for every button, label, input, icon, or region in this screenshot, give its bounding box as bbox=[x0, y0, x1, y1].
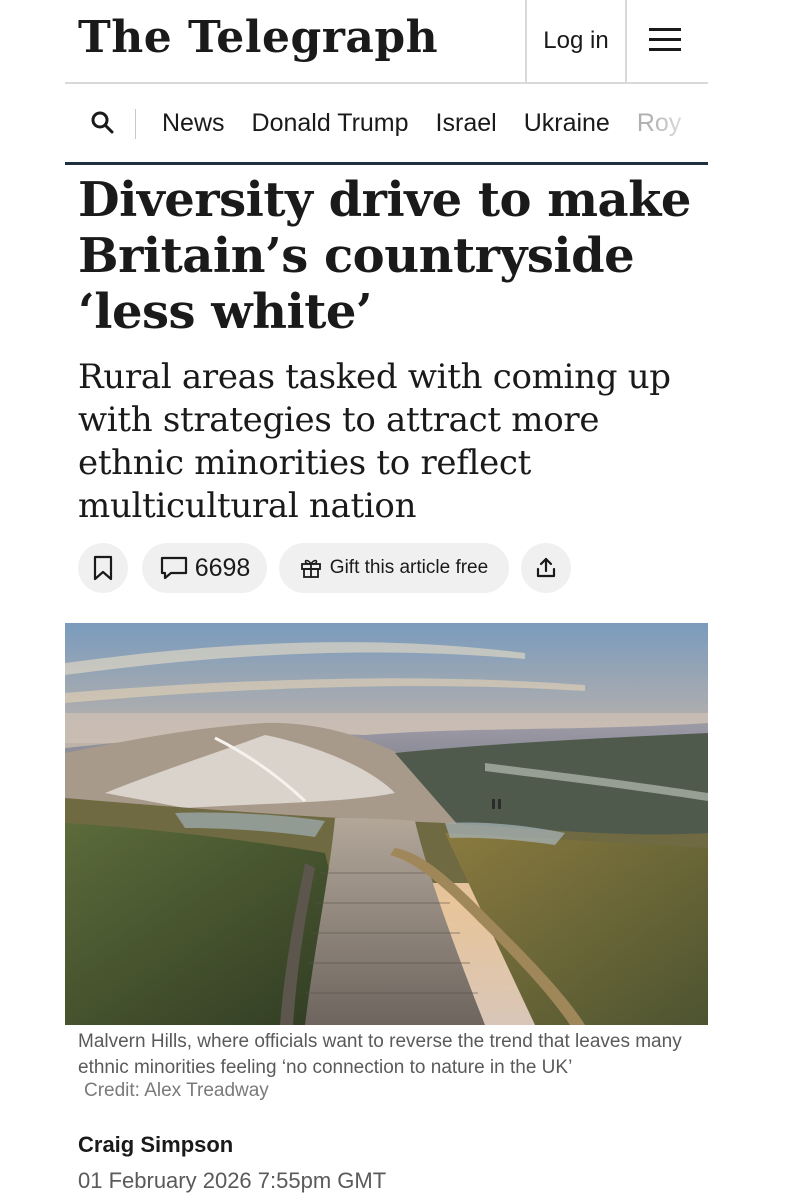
nav-item-donald-trump[interactable]: Donald Trump bbox=[252, 109, 409, 138]
login-container: Log in bbox=[525, 0, 627, 82]
article-hero-image[interactable] bbox=[65, 623, 708, 1025]
comments-button[interactable]: 6698 bbox=[142, 543, 267, 593]
image-caption: Malvern Hills, where officials want to r… bbox=[78, 1031, 682, 1078]
bookmark-icon bbox=[93, 555, 113, 581]
share-icon bbox=[536, 557, 556, 578]
gift-article-button[interactable]: Gift this article free bbox=[279, 543, 509, 593]
gift-label: Gift this article free bbox=[329, 557, 489, 578]
gift-icon bbox=[300, 559, 321, 578]
section-nav: News Donald Trump Israel Ukraine Roy bbox=[65, 84, 708, 165]
nav-item-israel[interactable]: Israel bbox=[436, 109, 497, 138]
landscape-photo bbox=[65, 623, 708, 1025]
site-header: The Telegraph Log in bbox=[65, 0, 708, 84]
nav-items: News Donald Trump Israel Ukraine Roy bbox=[162, 84, 681, 162]
site-logo[interactable]: The Telegraph bbox=[78, 12, 438, 64]
image-credit: Credit: Alex Treadway bbox=[84, 1080, 269, 1101]
hamburger-menu-icon[interactable] bbox=[645, 24, 685, 58]
nav-fade-overlay bbox=[648, 84, 708, 162]
author-name[interactable]: Craig Simpson bbox=[78, 1132, 233, 1158]
nav-item-news[interactable]: News bbox=[162, 109, 225, 138]
search-icon[interactable] bbox=[90, 110, 114, 134]
bookmark-button[interactable] bbox=[78, 543, 128, 593]
page: The Telegraph Log in News Donald Trump I… bbox=[65, 0, 708, 1193]
nav-divider bbox=[135, 109, 136, 139]
share-button[interactable] bbox=[521, 543, 571, 593]
comment-icon bbox=[160, 556, 187, 580]
article-standfirst: Rural areas tasked with coming up with s… bbox=[78, 357, 671, 526]
publish-date: 01 February 2026 7:55pm GMT bbox=[78, 1168, 387, 1193]
comments-count: 6698 bbox=[194, 553, 251, 582]
article-headline: Diversity drive to make Britain’s countr… bbox=[78, 172, 691, 340]
login-button[interactable]: Log in bbox=[543, 27, 608, 55]
nav-item-ukraine[interactable]: Ukraine bbox=[524, 109, 610, 138]
